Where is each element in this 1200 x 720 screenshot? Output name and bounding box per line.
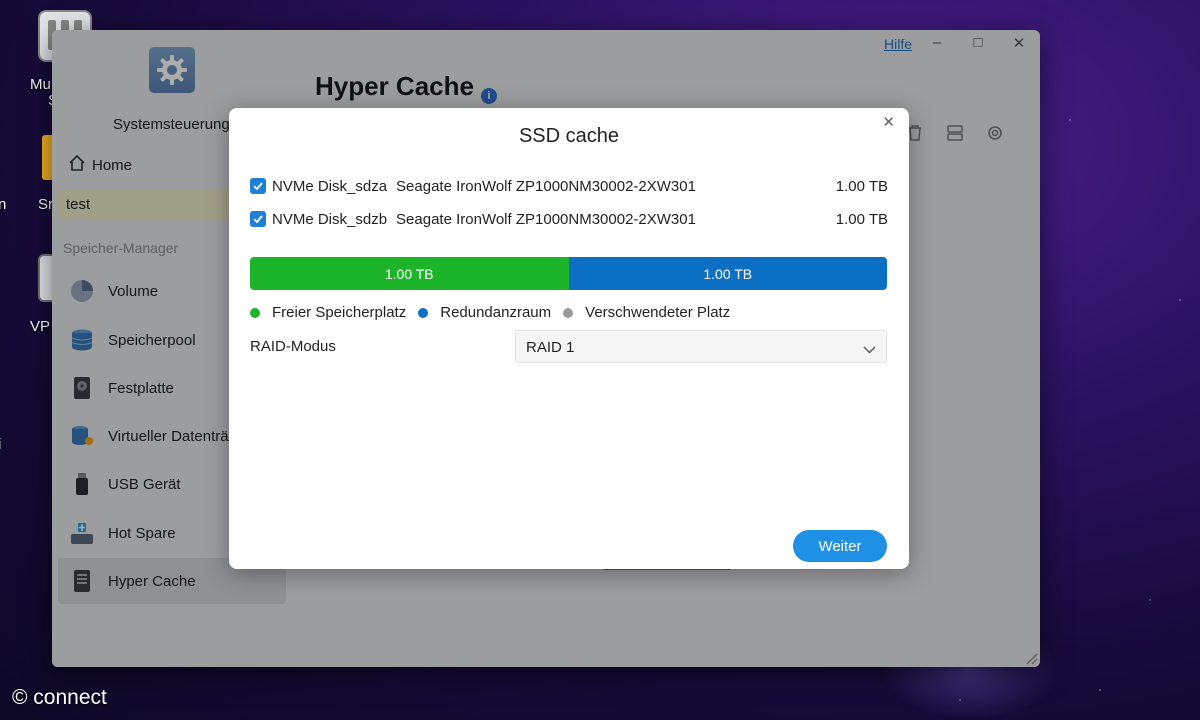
next-button[interactable]: Weiter (793, 530, 887, 562)
disk-size: 1.00 TB (835, 177, 888, 195)
legend-label: Verschwendeter Platz (585, 304, 731, 321)
legend-dot-icon (250, 307, 260, 318)
disk-name: NVMe Disk_sdzb (272, 210, 388, 228)
disk-model: Seagate IronWolf ZP1000NM30002-2XW301 (396, 210, 696, 228)
dialog-close-icon[interactable]: ✕ (882, 113, 895, 131)
capacity-segment-free: 1.00 TB (250, 257, 569, 290)
disk-size: 1.00 TB (835, 210, 888, 228)
legend-item: Freier Speicherplatz (250, 304, 406, 321)
legend-label: Redundanzraum (440, 304, 552, 321)
desktop-edge-label-1: n (0, 196, 7, 213)
desktop-label-vpn: VP (30, 318, 51, 335)
legend-item: Verschwendeter Platz (563, 304, 730, 321)
capacity-segment-redundancy: 1.00 TB (568, 257, 887, 290)
ssd-cache-dialog: SSD cache ✕ NVMe Disk_sdza Seagate IronW… (229, 108, 909, 569)
disk-row[interactable]: NVMe Disk_sdzb Seagate IronWolf ZP1000NM… (250, 208, 888, 230)
legend-dot-icon (563, 307, 574, 318)
raid-mode-label: RAID-Modus (250, 338, 336, 355)
disk-name: NVMe Disk_sdza (272, 177, 388, 195)
desktop-label-folder: Sr (38, 196, 53, 213)
disk-checkbox-checked-icon[interactable] (250, 211, 266, 227)
raid-mode-select[interactable]: RAID 1 (515, 330, 887, 363)
desktop-edge-label-2: i (0, 436, 1, 453)
capacity-bar: 1.00 TB 1.00 TB (250, 257, 887, 290)
legend-label: Freier Speicherplatz (272, 304, 407, 321)
raid-mode-value: RAID 1 (526, 339, 575, 356)
disk-row[interactable]: NVMe Disk_sdza Seagate IronWolf ZP1000NM… (250, 175, 888, 197)
capacity-legend: Freier Speicherplatz Redundanzraum Versc… (250, 304, 742, 321)
disk-model: Seagate IronWolf ZP1000NM30002-2XW301 (396, 177, 696, 195)
legend-item: Redundanzraum (418, 304, 551, 321)
disk-checkbox-checked-icon[interactable] (250, 178, 266, 194)
desktop-label-multimedia: Mu (30, 76, 51, 93)
chevron-down-icon (863, 341, 876, 358)
dialog-title: SSD cache (518, 125, 620, 147)
watermark: © connect (12, 686, 107, 709)
legend-dot-icon (418, 307, 429, 318)
